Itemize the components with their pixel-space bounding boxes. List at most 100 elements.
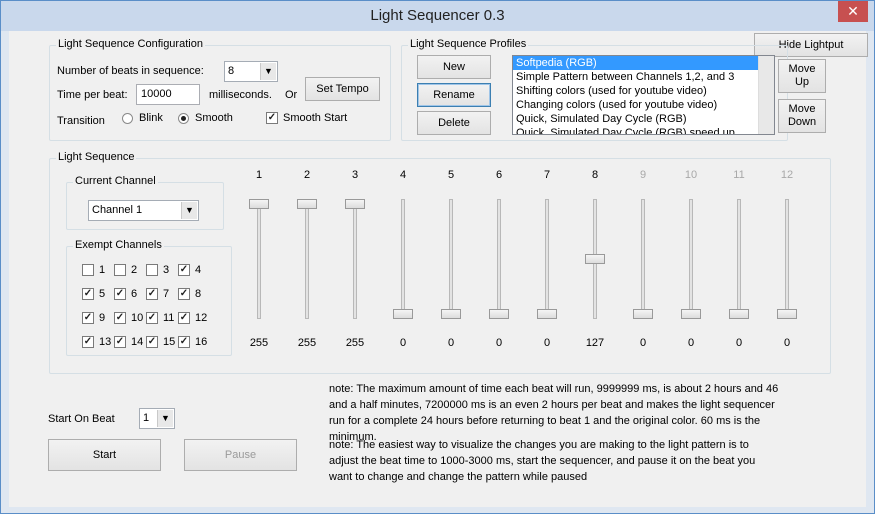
channel-value: 255	[345, 337, 365, 349]
channel-value: 0	[399, 337, 407, 349]
exempt-channel-label: 10	[131, 312, 144, 324]
channel-value: 0	[543, 337, 551, 349]
smooth-radio[interactable]	[178, 113, 189, 124]
note-max-time: note: The maximum amount of time each be…	[329, 383, 779, 443]
close-button[interactable]: ✕	[838, 1, 868, 22]
client-area: Hide Lightput Light Sequence Configurati…	[9, 31, 868, 507]
exempt-channel-checkbox[interactable]	[146, 264, 158, 276]
smooth-start-checkbox[interactable]: ✓	[266, 112, 278, 124]
channel-value: 255	[297, 337, 317, 349]
channel-slider-thumb[interactable]	[777, 309, 797, 319]
exempt-channel-checkbox[interactable]: ✓	[146, 312, 158, 324]
exempt-channel-checkbox[interactable]	[114, 264, 126, 276]
channel-slider-thumb[interactable]	[393, 309, 413, 319]
exempt-channel-label: 4	[195, 264, 202, 276]
profile-list-item[interactable]: Shifting colors (used for youtube video)	[513, 84, 774, 98]
channel-slider-track[interactable]	[545, 199, 549, 319]
channel-slider-thumb[interactable]	[537, 309, 557, 319]
channel-value: 255	[249, 337, 269, 349]
chevron-down-icon[interactable]: ▼	[181, 202, 197, 219]
exempt-channel-checkbox[interactable]: ✓	[114, 312, 126, 324]
move-down-label-2: Down	[787, 116, 817, 128]
set-tempo-button[interactable]: Set Tempo	[305, 77, 380, 101]
channel-slider-track[interactable]	[785, 199, 789, 319]
profile-list-item[interactable]: Simple Pattern between Channels 1,2, and…	[513, 70, 774, 84]
rename-profile-button[interactable]: Rename	[417, 83, 491, 107]
profile-list-item[interactable]: Quick, Simulated Day Cycle (RGB) speed u…	[513, 126, 774, 134]
move-up-label-1: Move	[788, 63, 816, 75]
exempt-channel-label: 14	[131, 336, 144, 348]
channel-slider-track[interactable]	[353, 199, 357, 319]
delete-profile-button[interactable]: Delete	[417, 111, 491, 135]
channel-slider-thumb[interactable]	[585, 254, 605, 265]
profile-list-item[interactable]: Quick, Simulated Day Cycle (RGB)	[513, 112, 774, 126]
exempt-channel-checkbox[interactable]: ✓	[146, 288, 158, 300]
exempt-channel-label: 1	[99, 264, 106, 276]
channel-slider-thumb[interactable]	[297, 199, 317, 209]
start-on-beat-value: 1	[143, 412, 150, 424]
channel-slider-thumb[interactable]	[345, 199, 365, 209]
channel-slider-thumb[interactable]	[489, 309, 509, 319]
exempt-channel-checkbox[interactable]: ✓	[82, 312, 94, 324]
new-profile-button[interactable]: New	[417, 55, 491, 79]
channel-slider-thumb[interactable]	[681, 309, 701, 319]
channel-slider-track[interactable]	[449, 199, 453, 319]
note-visualize: note: The easiest way to visualize the c…	[329, 439, 756, 483]
channel-number-label: 6	[495, 169, 503, 181]
channel-slider-thumb[interactable]	[249, 199, 269, 209]
channel-slider-track[interactable]	[401, 199, 405, 319]
blink-label: Blink	[139, 112, 163, 124]
exempt-channel-checkbox[interactable]: ✓	[114, 336, 126, 348]
beats-label: Number of beats in sequence:	[57, 65, 204, 77]
exempt-channel-label: 11	[163, 312, 175, 324]
config-group-title: Light Sequence Configuration	[56, 38, 205, 50]
channel-value: 127	[585, 337, 605, 349]
or-label: Or	[285, 89, 298, 101]
exempt-channel-checkbox[interactable]: ✓	[146, 336, 158, 348]
exempt-channel-checkbox[interactable]: ✓	[82, 288, 94, 300]
exempt-channel-label: 16	[195, 336, 208, 348]
exempt-channel-checkbox[interactable]: ✓	[178, 312, 190, 324]
channel-number-label: 12	[780, 169, 794, 181]
channel-slider-track[interactable]	[737, 199, 741, 319]
channel-slider-track[interactable]	[497, 199, 501, 319]
beats-select[interactable]: 8 ▼	[224, 61, 278, 82]
channel-slider-thumb[interactable]	[633, 309, 653, 319]
exempt-channel-checkbox[interactable]: ✓	[114, 288, 126, 300]
profiles-list[interactable]: Softpedia (RGB) Simple Pattern between Ch…	[512, 55, 775, 135]
channel-number-label: 2	[303, 169, 311, 181]
title-bar: Light Sequencer 0.3 ✕	[1, 1, 874, 31]
exempt-channel-checkbox[interactable]	[82, 264, 94, 276]
channel-slider-track[interactable]	[257, 199, 261, 319]
exempt-channel-checkbox[interactable]: ✓	[82, 336, 94, 348]
move-down-button[interactable]: Move Down	[778, 99, 826, 133]
start-button[interactable]: Start	[48, 439, 161, 471]
pause-button: Pause	[184, 439, 297, 471]
current-channel-select[interactable]: Channel 1 ▼	[88, 200, 199, 221]
exempt-channel-checkbox[interactable]: ✓	[178, 288, 190, 300]
channel-slider-thumb[interactable]	[729, 309, 749, 319]
channel-number-label: 10	[684, 169, 698, 181]
exempt-channel-label: 13	[99, 336, 112, 348]
channel-number-label: 7	[543, 169, 551, 181]
profiles-scrollbar[interactable]	[758, 56, 774, 134]
exempt-channel-label: 5	[99, 288, 106, 300]
channel-slider-track[interactable]	[305, 199, 309, 319]
profile-list-item[interactable]: Softpedia (RGB)	[513, 56, 774, 70]
channel-slider-track[interactable]	[689, 199, 693, 319]
start-on-beat-select[interactable]: 1 ▼	[139, 408, 175, 429]
chevron-down-icon[interactable]: ▼	[260, 63, 276, 80]
exempt-channels-title: Exempt Channels	[73, 239, 164, 251]
exempt-channel-checkbox[interactable]: ✓	[178, 336, 190, 348]
time-per-beat-input[interactable]: 10000	[136, 84, 200, 105]
channel-slider-thumb[interactable]	[441, 309, 461, 319]
blink-radio[interactable]	[122, 113, 133, 124]
channel-value: 0	[687, 337, 695, 349]
chevron-down-icon[interactable]: ▼	[157, 410, 173, 427]
exempt-channel-checkbox[interactable]: ✓	[178, 264, 190, 276]
channel-value: 0	[735, 337, 743, 349]
channel-value: 0	[447, 337, 455, 349]
profile-list-item[interactable]: Changing colors (used for youtube video)	[513, 98, 774, 112]
channel-slider-track[interactable]	[641, 199, 645, 319]
move-up-button[interactable]: Move Up	[778, 59, 826, 93]
